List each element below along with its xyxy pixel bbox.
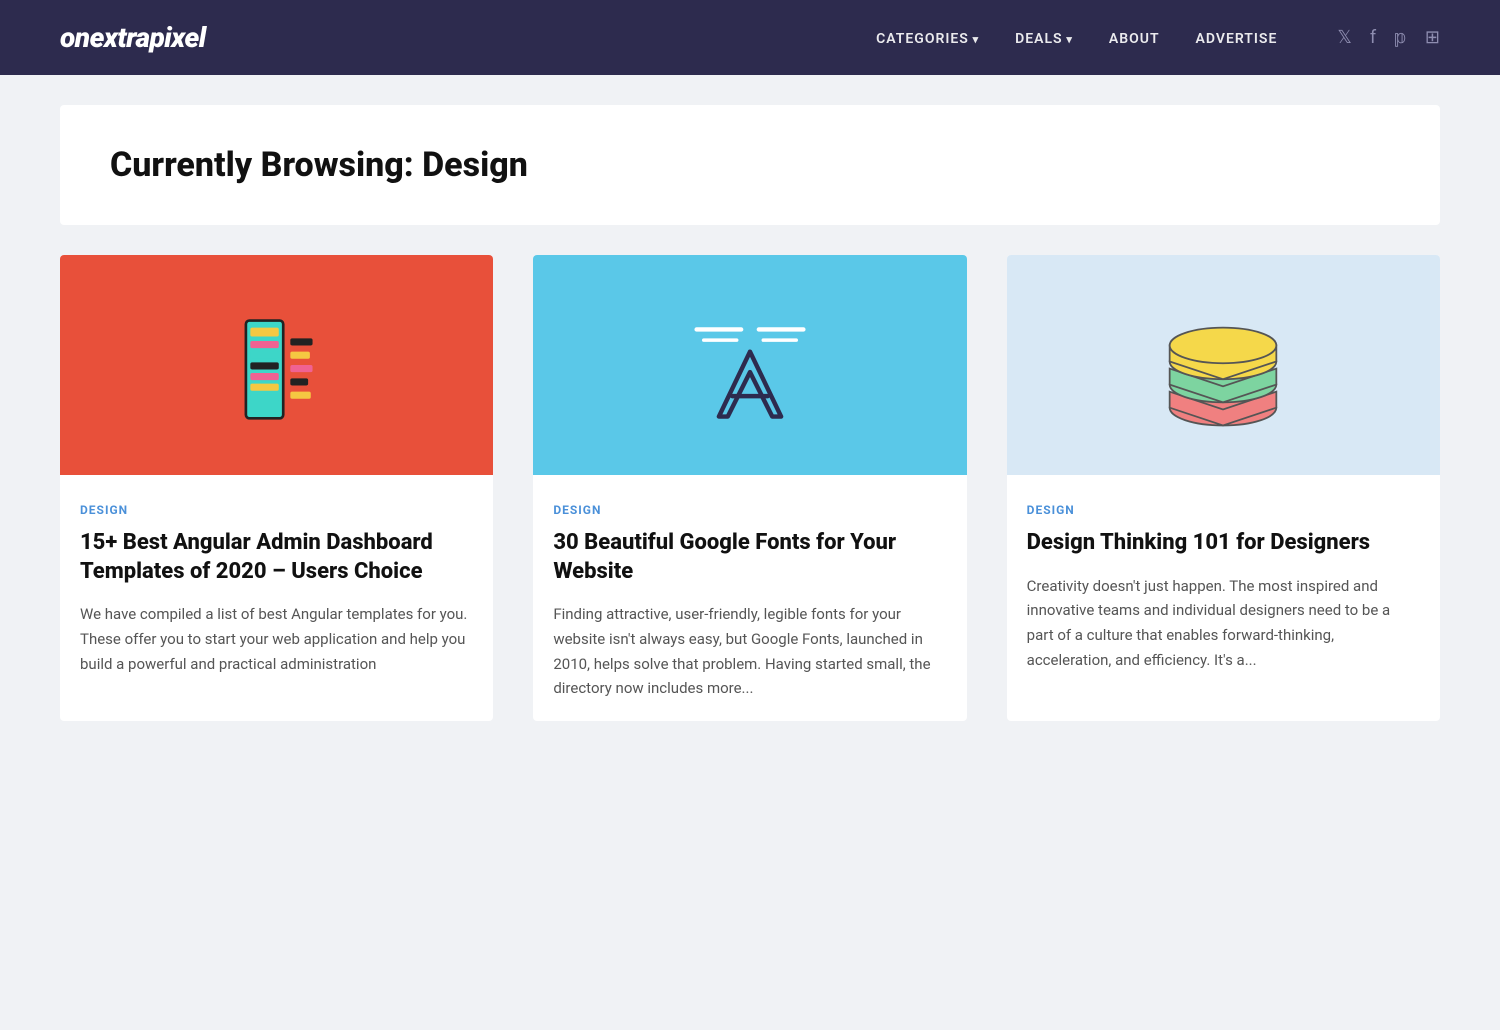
site-logo[interactable]: onextrapixel xyxy=(60,21,206,54)
card-3-title: Design Thinking 101 for Designers xyxy=(1027,529,1420,558)
nav-item-deals[interactable]: DEALS xyxy=(1015,28,1073,47)
card-3[interactable]: DESIGN Design Thinking 101 for Designers… xyxy=(1007,255,1440,721)
card-1[interactable]: DESIGN 15+ Best Angular Admin Dashboard … xyxy=(60,255,493,721)
card-2-category: DESIGN xyxy=(553,503,946,517)
card-2-excerpt: Finding attractive, user-friendly, legib… xyxy=(553,602,946,701)
card-1-image xyxy=(60,255,493,475)
nav-link-advertise[interactable]: ADVERTISE xyxy=(1196,31,1278,47)
nav-item-about[interactable]: ABOUT xyxy=(1109,28,1160,47)
card-3-excerpt: Creativity doesn't just happen. The most… xyxy=(1027,574,1420,673)
card-2-image xyxy=(533,255,966,475)
nav-link-about[interactable]: ABOUT xyxy=(1109,31,1160,47)
nav-links: CATEGORIES DEALS ABOUT ADVERTISE xyxy=(876,28,1277,47)
card-1-body: DESIGN 15+ Best Angular Admin Dashboard … xyxy=(60,475,493,696)
rss-icon[interactable]: ⊞ xyxy=(1425,27,1440,48)
social-icons: 𝕏 f 𝕡 ⊞ xyxy=(1337,27,1440,48)
card-3-image xyxy=(1007,255,1440,475)
nav-link-deals[interactable]: DEALS xyxy=(1015,31,1073,47)
pinterest-icon[interactable]: 𝕡 xyxy=(1394,27,1407,48)
card-1-title: 15+ Best Angular Admin Dashboard Templat… xyxy=(80,529,473,586)
cards-grid: DESIGN 15+ Best Angular Admin Dashboard … xyxy=(60,255,1440,721)
nav-link-categories[interactable]: CATEGORIES xyxy=(876,31,979,47)
card-3-body: DESIGN Design Thinking 101 for Designers… xyxy=(1007,475,1440,693)
hero-banner: Currently Browsing: Design xyxy=(60,105,1440,225)
card-2-title: 30 Beautiful Google Fonts for Your Websi… xyxy=(553,529,946,586)
nav-item-categories[interactable]: CATEGORIES xyxy=(876,28,979,47)
card-2[interactable]: DESIGN 30 Beautiful Google Fonts for You… xyxy=(533,255,966,721)
facebook-icon[interactable]: f xyxy=(1370,27,1376,48)
nav-item-advertise[interactable]: ADVERTISE xyxy=(1196,28,1278,47)
navbar: onextrapixel CATEGORIES DEALS ABOUT ADVE… xyxy=(0,0,1500,75)
card-3-category: DESIGN xyxy=(1027,503,1420,517)
page-title: Currently Browsing: Design xyxy=(110,145,1390,185)
card-1-excerpt: We have compiled a list of best Angular … xyxy=(80,602,473,676)
card-2-body: DESIGN 30 Beautiful Google Fonts for You… xyxy=(533,475,966,721)
card-1-category: DESIGN xyxy=(80,503,473,517)
twitter-icon[interactable]: 𝕏 xyxy=(1337,27,1352,48)
